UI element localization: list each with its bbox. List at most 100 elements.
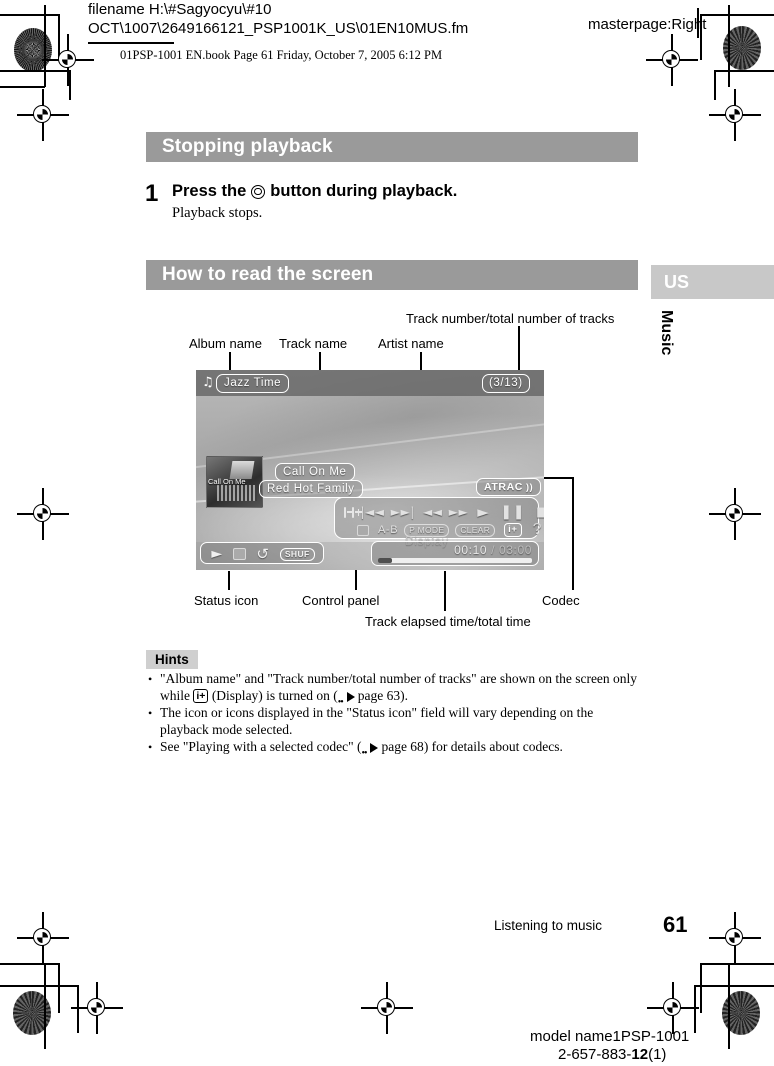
- codec-label: ATRAC: [484, 481, 523, 493]
- zoom-in-icon[interactable]: [352, 506, 363, 518]
- crop-mark: [715, 70, 774, 72]
- rewind-icon[interactable]: ◄◄: [423, 505, 443, 519]
- crop-mark: [728, 963, 730, 1049]
- callout-label-control-panel: Control panel: [302, 593, 380, 608]
- document-number: 2-657-883-12(1): [558, 1046, 666, 1063]
- step-instruction: Press the button during playback.: [172, 182, 457, 201]
- crop-mark: [0, 86, 45, 88]
- crop-mark: [694, 985, 774, 987]
- help-icon[interactable]: ?: [533, 521, 543, 539]
- album-art-thumbnail: Call On Me: [206, 456, 263, 508]
- next-track-icon[interactable]: ►►|: [391, 505, 415, 519]
- track-number-field: (3/13): [482, 373, 530, 393]
- play-status-icon: ►: [211, 546, 223, 562]
- callout-line-elapsed-time: [444, 571, 446, 611]
- hint-page-ref-1: page 63: [357, 687, 401, 703]
- display-info-icon: i+: [193, 688, 209, 703]
- section-heading-how-to-read-the-screen: How to read the screen: [146, 260, 638, 290]
- registration-mark-bottom-center: [361, 982, 413, 1034]
- hint-text-3a: See "Playing with a selected codec" (: [160, 739, 362, 754]
- callout-line-track-number: [518, 326, 520, 375]
- artist-name-field: Red Hot Family: [259, 480, 363, 498]
- playback-progress-field[interactable]: 00:10 / 03:00: [371, 541, 539, 566]
- crop-mark: [700, 14, 774, 16]
- hint-page-ref-3: page 68: [381, 739, 424, 754]
- codec-wave-icon: )): [525, 482, 534, 492]
- registration-mark-bottom-right: [709, 912, 761, 964]
- crop-mark: [58, 963, 60, 1013]
- previous-track-icon[interactable]: |◄◄: [360, 505, 384, 519]
- clear-button[interactable]: CLEAR: [455, 523, 496, 537]
- running-head: Listening to music: [494, 918, 603, 933]
- crop-mark: [0, 963, 60, 965]
- control-panel[interactable]: |◄◄ ►►| ◄◄ ►► ► ❚❚ ■ A-B P MODE CLEAR i+…: [334, 497, 544, 548]
- page-number: 61: [663, 912, 688, 937]
- square-button-icon[interactable]: [357, 524, 369, 536]
- play-icon[interactable]: ►: [477, 503, 489, 521]
- display-info-button[interactable]: i+: [504, 523, 522, 537]
- region-tab-us: US: [651, 265, 774, 299]
- registration-mark-mid-right: [709, 89, 761, 141]
- callout-label-track-name: Track name: [279, 336, 348, 351]
- zoom-out-icon[interactable]: [344, 506, 355, 518]
- crop-mark: [694, 985, 696, 1033]
- hint-text-1c: ).: [400, 687, 409, 703]
- callout-label-artist-name: Artist name: [378, 336, 444, 351]
- slug-masterpage: masterpage:Right: [588, 16, 707, 33]
- callout-label-album-name: Album name: [189, 336, 262, 351]
- crop-mark: [700, 963, 774, 965]
- manual-page: filename H:\#Sagyocyu\#10 OCT\1007\26491…: [0, 0, 774, 1066]
- hints-list: "Album name" and "Track number/total num…: [146, 671, 640, 759]
- chapter-side-label: Music: [658, 310, 675, 356]
- registration-mark-mid-left: [17, 89, 69, 141]
- callout-label-track-number: Track number/total number of tracks: [406, 311, 615, 326]
- crop-mark: [0, 14, 60, 16]
- model-name: model name1PSP-1001: [530, 1028, 690, 1045]
- status-icon-group: ► ↺ SHUF: [201, 543, 325, 565]
- step-number: 1: [145, 180, 159, 207]
- crop-mark: [44, 963, 46, 1049]
- registration-mark-bottom-right-2: [647, 982, 699, 1034]
- doc-number-bold: 12: [631, 1046, 649, 1063]
- fast-forward-icon[interactable]: ►►: [449, 505, 469, 519]
- slug-filename-line1: filename H:\#Sagyocyu\#10: [88, 1, 272, 18]
- circle-button-icon: [251, 184, 266, 199]
- total-time: 03:00: [498, 543, 532, 557]
- crop-mark: [44, 5, 46, 87]
- callout-label-status-icon: Status icon: [194, 593, 259, 608]
- section-heading-stopping-playback: Stopping playback: [146, 132, 638, 162]
- registration-mark-bottom-left-2: [71, 982, 123, 1034]
- registration-mark-top-right: [646, 34, 698, 86]
- registration-mark-bottom-left: [17, 912, 69, 964]
- step-description: Playback stops.: [172, 205, 263, 221]
- doc-number-prefix: 2-657-883-: [558, 1046, 632, 1063]
- psp-screen-figure: ♫ Jazz Time (3/13) Call On Me Call On Me…: [196, 370, 544, 570]
- step-instruction-before: Press the: [172, 182, 247, 200]
- shuffle-icon: SHUF: [279, 547, 315, 561]
- slug-book-info: 01PSP-1001 EN.book Page 61 Friday, Octob…: [120, 48, 443, 62]
- callout-line-codec-vertical: [572, 477, 574, 590]
- time-separator: /: [487, 543, 499, 557]
- repeat-one-icon: [233, 548, 247, 560]
- crop-mark: [714, 70, 716, 100]
- hint-text-2: The icon or icons displayed in the "Stat…: [160, 705, 594, 737]
- pause-icon[interactable]: ❚❚: [500, 504, 525, 520]
- registration-mark-right-center: [709, 488, 761, 540]
- time-display: 00:10 / 03:00: [454, 543, 532, 557]
- track-name-field: Call On Me: [275, 463, 355, 481]
- hint-item: "Album name" and "Track number/total num…: [146, 671, 640, 708]
- stop-icon[interactable]: ■: [536, 505, 544, 520]
- hint-text-1b: (Display) is turned on (: [211, 687, 338, 703]
- crop-mark: [0, 985, 78, 987]
- callout-line-status-icon: [228, 571, 230, 590]
- elapsed-time: 00:10: [454, 543, 488, 557]
- callout-label-elapsed-time: Track elapsed time/total time: [365, 614, 531, 629]
- slug-filename-line2: OCT\1007\2649166121_PSP1001K_US\01EN10MU…: [88, 20, 469, 37]
- control-panel-row-1: |◄◄ ►►| ◄◄ ►► ► ❚❚ ■: [335, 503, 544, 521]
- ab-repeat-label[interactable]: A-B: [378, 524, 398, 536]
- step-instruction-after: button during playback.: [270, 182, 458, 200]
- callout-label-codec: Codec: [542, 593, 580, 608]
- codec-field: ATRAC )): [476, 478, 542, 496]
- progress-bar-fill: [378, 557, 392, 563]
- progress-bar-track[interactable]: [378, 557, 532, 563]
